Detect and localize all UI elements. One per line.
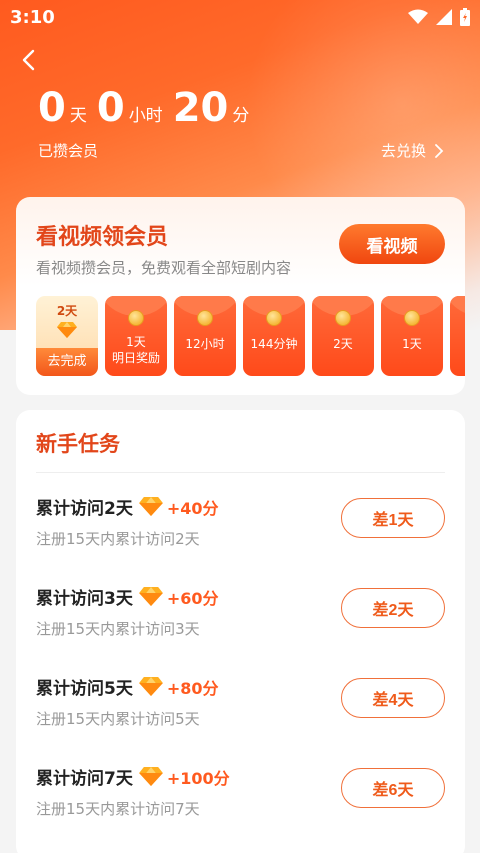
membership-balance: 0 天 0 小时 20 分 xyxy=(38,88,259,128)
wifi-icon xyxy=(408,9,428,24)
diamond-icon xyxy=(57,322,77,342)
tasks-title: 新手任务 xyxy=(36,432,120,456)
video-card-title: 看视频领会员 xyxy=(36,225,169,250)
chevron-right-icon xyxy=(435,143,444,158)
task-points: +40分 xyxy=(166,498,219,518)
task-head: 累计访问5天 +80分 xyxy=(36,674,219,699)
reward-item[interactable]: 2天 xyxy=(312,296,374,376)
reward-label: 2天 xyxy=(333,337,353,351)
redeem-link[interactable]: 去兑换 xyxy=(381,140,444,161)
reward-item-current[interactable]: 2天 去完成 xyxy=(36,296,98,376)
back-button[interactable] xyxy=(18,48,42,72)
balance-minutes: 20 xyxy=(172,85,229,131)
balance-days-unit: 天 xyxy=(69,106,87,126)
task-row: 累计访问2天 +40分 注册15天内累计访问2天 差1天 xyxy=(36,494,445,564)
balance-minutes-unit: 分 xyxy=(232,106,250,126)
coin-icon xyxy=(128,310,144,326)
status-time: 3:10 xyxy=(10,6,55,28)
watch-video-button[interactable]: 看视频 xyxy=(339,224,445,264)
task-head: 累计访问2天 +40分 xyxy=(36,494,219,519)
redeem-label: 去兑换 xyxy=(380,142,426,160)
reward-complete-button[interactable]: 去完成 xyxy=(36,348,98,376)
signal-icon xyxy=(436,9,452,25)
reward-item[interactable]: 1天 明日奖励 xyxy=(105,296,167,376)
task-description: 注册15天内累计访问7天 xyxy=(36,800,200,818)
reward-item[interactable]: 144分钟 xyxy=(243,296,305,376)
reward-strip: 2天 去完成 1天 明日奖励 12小时 144分钟 2天 1天 xyxy=(36,296,465,376)
envelope-flap xyxy=(450,296,465,316)
task-name: 累计访问7天 xyxy=(36,769,133,789)
status-icons xyxy=(408,8,470,26)
task-points: +80分 xyxy=(166,678,219,698)
task-row: 累计访问7天 +100分 注册15天内累计访问7天 差6天 xyxy=(36,764,445,834)
task-status-button[interactable]: 差1天 xyxy=(341,498,445,538)
task-status-button[interactable]: 差2天 xyxy=(341,588,445,628)
task-points: +60分 xyxy=(166,588,219,608)
reward-label: 144分钟 xyxy=(250,337,298,351)
task-row: 累计访问5天 +80分 注册15天内累计访问5天 差4天 xyxy=(36,674,445,744)
task-row: 累计访问3天 +60分 注册15天内累计访问3天 差2天 xyxy=(36,584,445,654)
balance-hours: 0 xyxy=(96,85,125,131)
task-description: 注册15天内累计访问5天 xyxy=(36,710,200,728)
diamond-icon xyxy=(138,587,163,606)
diamond-icon xyxy=(138,767,163,786)
balance-days: 0 xyxy=(38,85,66,131)
reward-item-partial[interactable] xyxy=(450,296,465,376)
battery-icon xyxy=(460,8,470,26)
chevron-left-icon xyxy=(22,49,35,71)
coin-icon xyxy=(266,310,282,326)
coin-icon xyxy=(335,310,351,326)
balance-hours-unit: 小时 xyxy=(128,106,163,126)
watch-video-card: 看视频领会员 看视频攒会员，免费观看全部短剧内容 看视频 2天 去完成 1天 明… xyxy=(16,197,465,395)
task-name: 累计访问5天 xyxy=(36,679,133,699)
coin-icon xyxy=(197,310,213,326)
reward-item[interactable]: 1天 xyxy=(381,296,443,376)
video-card-subtitle: 看视频攒会员，免费观看全部短剧内容 xyxy=(36,259,292,277)
task-description: 注册15天内累计访问2天 xyxy=(36,530,200,548)
task-description: 注册15天内累计访问3天 xyxy=(36,620,200,638)
saved-membership-label: 已攒会员 xyxy=(38,142,99,160)
reward-item[interactable]: 12小时 xyxy=(174,296,236,376)
reward-label: 12小时 xyxy=(185,337,225,351)
task-status-button[interactable]: 差6天 xyxy=(341,768,445,808)
reward-label: 1天 xyxy=(402,337,422,351)
task-points: +100分 xyxy=(166,768,230,788)
task-status-button[interactable]: 差4天 xyxy=(341,678,445,718)
divider xyxy=(36,472,445,473)
task-name: 累计访问3天 xyxy=(36,589,133,609)
status-bar: 3:10 xyxy=(0,0,480,34)
task-head: 累计访问7天 +100分 xyxy=(36,764,230,789)
task-head: 累计访问3天 +60分 xyxy=(36,584,219,609)
diamond-icon xyxy=(138,497,163,516)
reward-label: 1天 明日奖励 xyxy=(111,335,160,365)
diamond-icon xyxy=(138,677,163,696)
newbie-tasks-card: 新手任务 累计访问2天 +40分 注册15天内累计访问2天 差1天 累计访问3天… xyxy=(16,410,465,853)
coin-icon xyxy=(404,310,420,326)
reward-day: 2天 xyxy=(56,304,78,318)
task-name: 累计访问2天 xyxy=(36,499,133,519)
